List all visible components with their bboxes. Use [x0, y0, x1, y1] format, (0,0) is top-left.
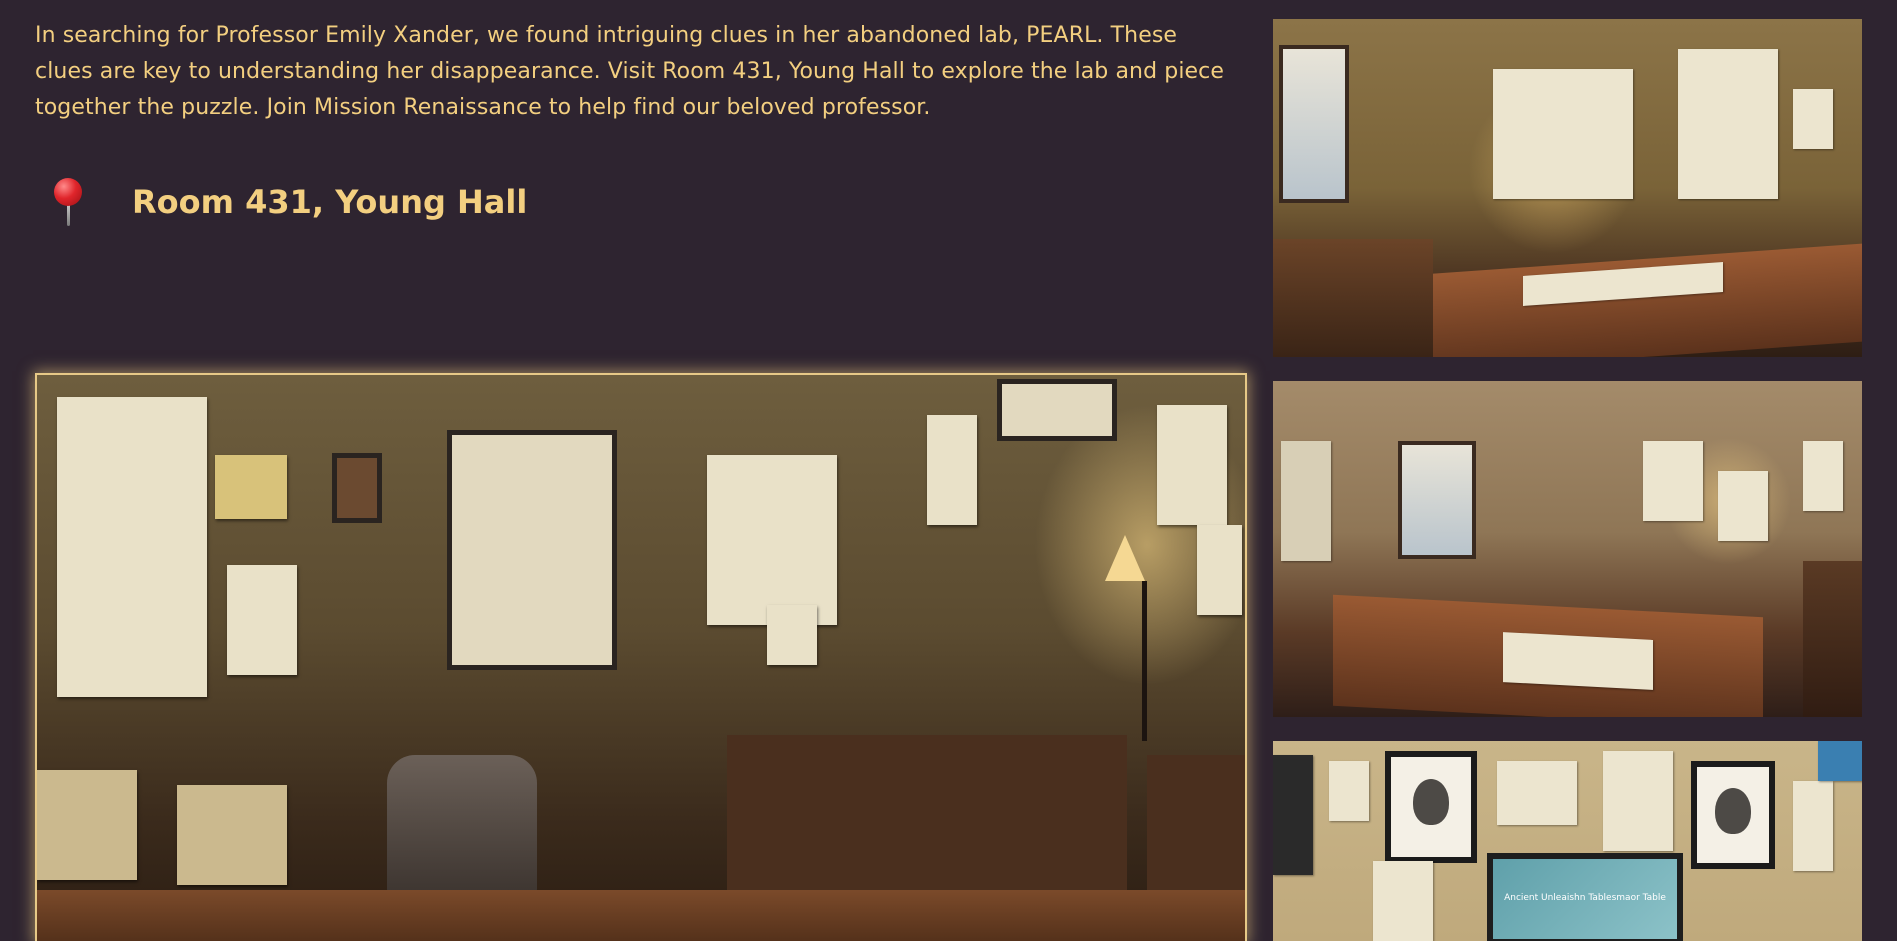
pushpin-icon [48, 176, 88, 228]
main-lab-photo[interactable] [35, 373, 1247, 941]
location-row: Room 431, Young Hall [48, 176, 527, 228]
lab-wall-photo[interactable]: Ancient Unleaishn Tablesmaor Table [1273, 741, 1862, 941]
lab-desk-photo[interactable] [1273, 19, 1862, 357]
location-name: Room 431, Young Hall [132, 183, 528, 221]
monitor-screen-text: Ancient Unleaishn Tablesmaor Table [1493, 859, 1677, 939]
lab-office-photo[interactable] [1273, 381, 1862, 717]
monitor-screen: Ancient Unleaishn Tablesmaor Table [1487, 853, 1683, 941]
page: In searching for Professor Emily Xander,… [0, 0, 1897, 941]
intro-paragraph: In searching for Professor Emily Xander,… [35, 23, 1224, 120]
